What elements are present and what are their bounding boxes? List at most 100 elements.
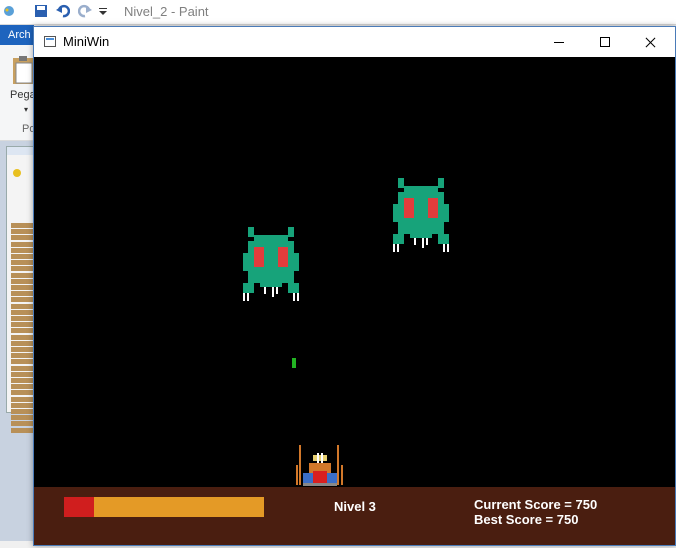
paint-file-tab[interactable]: Arch	[0, 25, 34, 45]
devcpp-tree-item	[11, 303, 33, 309]
devcpp-tree-item	[11, 334, 33, 340]
devcpp-tree-item	[11, 266, 33, 272]
alien-fang	[297, 293, 299, 301]
alien-fang	[393, 244, 395, 252]
alien-fang	[293, 293, 295, 301]
ship-cannon	[299, 445, 301, 485]
alien-leg	[288, 283, 299, 293]
devcpp-tree-item	[11, 278, 33, 284]
ship-gun	[317, 453, 319, 463]
devcpp-project-icon	[13, 169, 21, 177]
devcpp-tree-item	[11, 260, 33, 266]
devcpp-tree-item	[11, 322, 33, 328]
alien-leg	[243, 283, 254, 293]
minimize-button[interactable]	[536, 27, 582, 57]
hud-bar: Nivel 3 Current Score = 750 Best Score =…	[34, 487, 675, 545]
alien-antenna	[248, 227, 254, 237]
alien-leg	[393, 234, 404, 244]
alien-enemy	[393, 178, 449, 252]
paint-app-icon	[2, 4, 16, 18]
alien-eye	[404, 198, 414, 218]
devcpp-tree-item	[11, 415, 33, 421]
devcpp-tree-item	[11, 421, 33, 427]
alien-body	[410, 234, 432, 238]
alien-fang	[447, 244, 449, 252]
devcpp-tree-item	[11, 309, 33, 315]
alien-fang	[247, 293, 249, 301]
alien-fang	[276, 287, 278, 294]
devcpp-titlebar	[7, 147, 35, 155]
alien-antenna	[398, 178, 404, 188]
miniwin-window: MiniWin Nivel 3 Current Score = 750 Best…	[33, 26, 676, 546]
devcpp-tree-item	[11, 402, 33, 408]
best-score-label: Best Score = 750	[474, 512, 579, 527]
alien-body	[243, 253, 299, 271]
devcpp-tree-item	[11, 427, 33, 433]
undo-icon[interactable]	[56, 4, 71, 18]
paint-window-title: Nivel_2 - Paint	[124, 4, 209, 19]
current-score-label: Current Score = 750	[474, 497, 598, 512]
ship-cockpit	[313, 455, 327, 461]
alien-eye	[278, 247, 288, 267]
level-label: Nivel 3	[334, 499, 376, 514]
alien-antenna	[438, 178, 444, 188]
alien-body	[254, 235, 288, 241]
devcpp-tree-item	[11, 384, 33, 390]
devcpp-tree-item	[11, 241, 33, 247]
paste-label[interactable]: Pega	[10, 89, 36, 101]
redo-icon[interactable]	[77, 4, 92, 18]
alien-fang	[264, 287, 266, 294]
alien-fang	[422, 238, 424, 248]
devcpp-tree-item	[11, 229, 33, 235]
devcpp-tree-item	[11, 328, 33, 334]
paint-titlebar: Nivel_2 - Paint	[0, 0, 676, 25]
game-canvas[interactable]: Nivel 3 Current Score = 750 Best Score =…	[34, 57, 675, 545]
devcpp-tree-item	[11, 285, 33, 290]
alien-fang	[443, 244, 445, 252]
clipboard-icon[interactable]	[12, 55, 34, 90]
devcpp-tree-item	[11, 365, 33, 371]
window-icon	[44, 36, 56, 47]
alien-fang	[272, 287, 274, 297]
close-button[interactable]	[628, 27, 674, 57]
enemy-bullet	[292, 358, 296, 368]
devcpp-tree-item	[11, 291, 33, 297]
devcpp-tree-item	[11, 316, 33, 321]
ship-cannon	[296, 465, 298, 485]
ship-core	[313, 471, 327, 485]
alien-fang	[426, 238, 428, 245]
alien-body	[260, 283, 282, 287]
alien-fang	[414, 238, 416, 245]
alien-body	[404, 186, 438, 192]
alien-eye	[428, 198, 438, 218]
devcpp-window	[6, 146, 36, 433]
devcpp-tree-item	[11, 254, 33, 259]
ship-base	[303, 483, 337, 486]
devcpp-tree-item	[11, 371, 33, 377]
save-icon[interactable]	[34, 4, 48, 18]
maximize-button[interactable]	[582, 27, 628, 57]
paste-dropdown-icon[interactable]: ▾	[24, 105, 28, 114]
devcpp-tree-item	[11, 390, 33, 396]
ship-cannon	[337, 445, 339, 485]
devcpp-tree-item	[11, 297, 33, 303]
ship-gun	[321, 453, 323, 463]
alien-eye	[254, 247, 264, 267]
miniwin-titlebar[interactable]: MiniWin	[34, 27, 675, 57]
alien-body	[393, 204, 449, 222]
alien-antenna	[288, 227, 294, 237]
paint-ribbon: Pega ▾ Po	[0, 45, 36, 141]
customize-toolbar-icon[interactable]	[98, 4, 112, 18]
devcpp-tree-item	[11, 247, 33, 253]
alien-fang	[397, 244, 399, 252]
devcpp-tree-item	[11, 409, 33, 414]
health-bar-fill	[64, 497, 94, 517]
devcpp-tree-item	[11, 340, 33, 346]
devcpp-tree-item	[11, 396, 33, 402]
health-bar	[64, 497, 264, 517]
miniwin-title: MiniWin	[63, 34, 110, 49]
alien-leg	[438, 234, 449, 244]
player-ship	[296, 445, 343, 486]
devcpp-tree-item	[11, 235, 33, 241]
devcpp-tree-item	[11, 353, 33, 359]
